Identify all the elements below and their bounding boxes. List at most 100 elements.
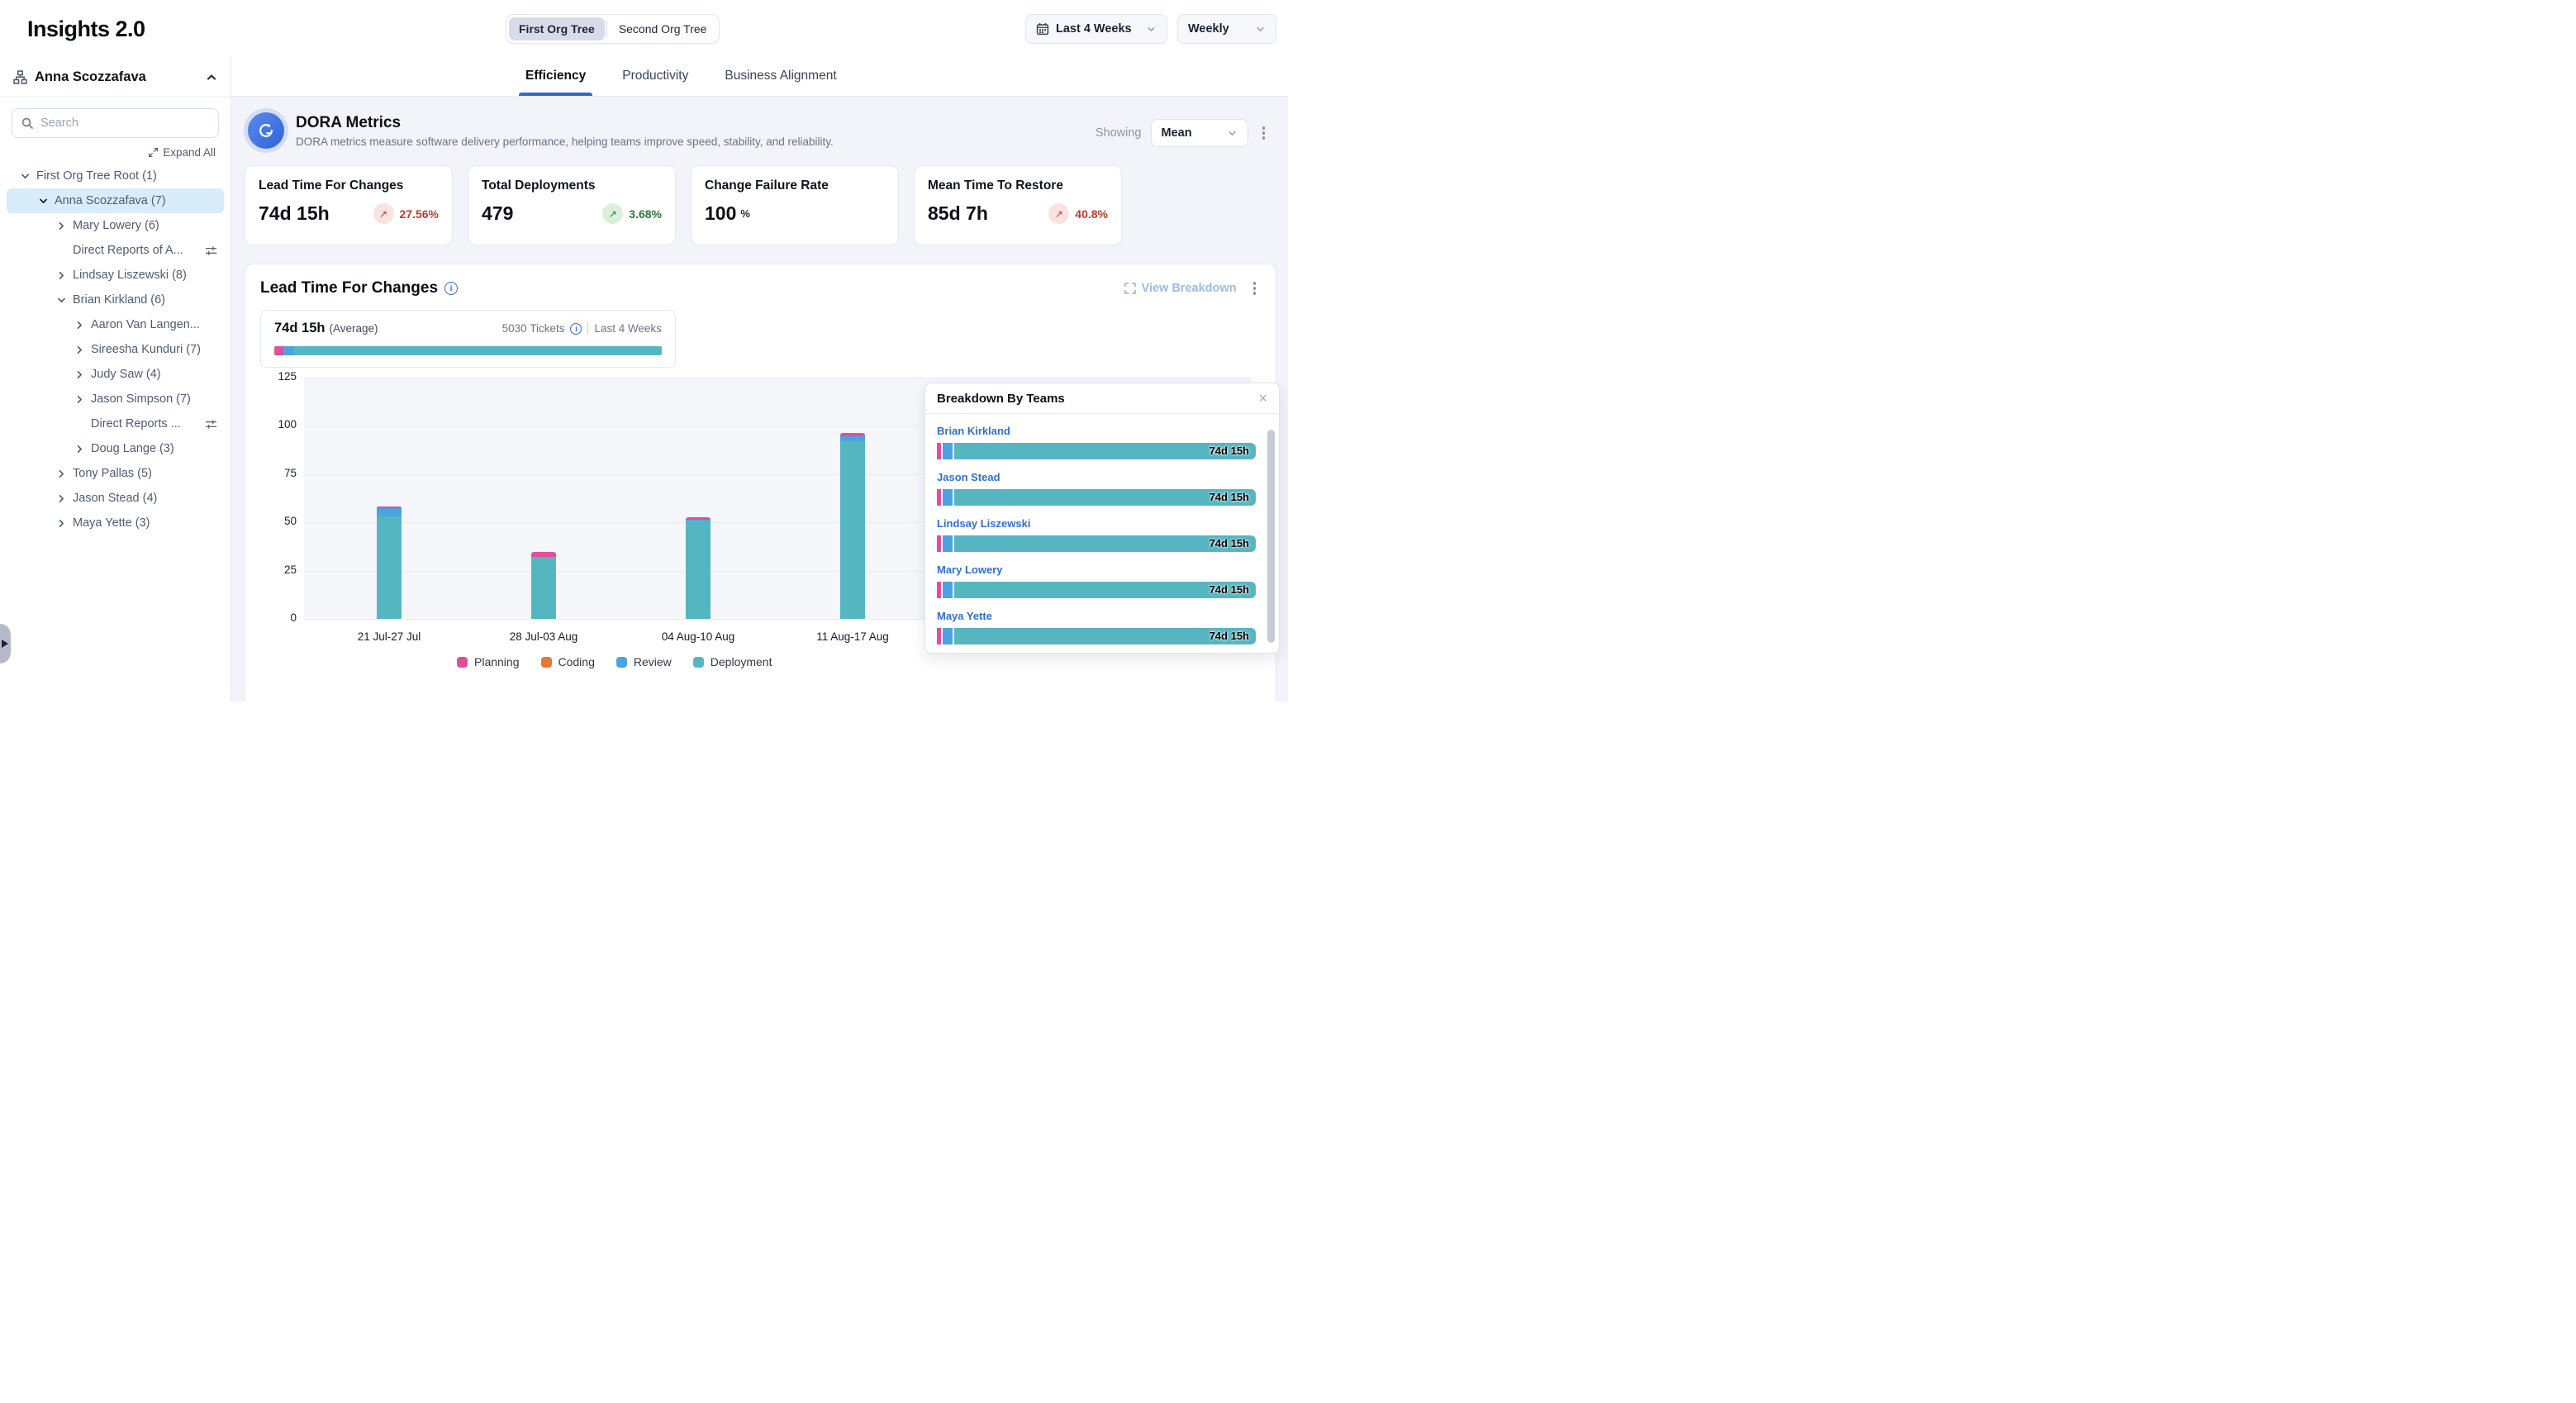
tree-item-doug-lange[interactable]: Doug Lange (3) (7, 436, 224, 461)
chevron-right-icon[interactable] (73, 345, 86, 355)
summary-period: Last 4 Weeks (594, 322, 662, 335)
showing-label: Showing (1096, 126, 1142, 140)
tree-item-label: Brian Kirkland (6) (73, 293, 165, 307)
chevron-up-icon[interactable] (206, 73, 217, 83)
chevron-right-icon[interactable] (73, 369, 86, 380)
delta-value: 3.68% (629, 207, 662, 221)
close-icon[interactable]: × (1258, 391, 1267, 406)
metric-card-value: 100 (705, 202, 736, 225)
scrollbar-thumb[interactable] (1267, 430, 1275, 643)
chevron-right-icon[interactable] (73, 320, 86, 331)
tab-efficiency[interactable]: Efficiency (524, 69, 587, 96)
legend-coding[interactable]: Coding (541, 655, 595, 668)
dora-texts: DORA Metrics DORA metrics measure softwa… (296, 114, 834, 148)
filter-sliders-icon[interactable] (205, 418, 217, 430)
tab-business-alignment[interactable]: Business Alignment (723, 69, 838, 96)
tree-item-jason-stead[interactable]: Jason Stead (4) (7, 486, 224, 511)
tree-item-mary-lowery[interactable]: Mary Lowery (6) (7, 213, 224, 238)
tree-item-anna-scozzafava[interactable]: Anna Scozzafava (7) (7, 188, 224, 213)
tree-item-lindsay-liszewski[interactable]: Lindsay Liszewski (8) (7, 263, 224, 288)
chevron-right-icon[interactable] (55, 493, 68, 504)
tree-item-jason-simpson[interactable]: Jason Simpson (7) (7, 387, 224, 411)
legend-review[interactable]: Review (616, 655, 672, 668)
legend-planning[interactable]: Planning (457, 655, 520, 668)
expand-all-row: Expand All (15, 146, 216, 159)
showing-select[interactable]: Mean (1151, 119, 1248, 147)
team-link-mary-lowery[interactable]: Mary Lowery (937, 564, 1002, 576)
tree-item-direct-reports[interactable]: Direct Reports ... (7, 411, 224, 436)
tree-item-label: Jason Stead (4) (73, 492, 157, 505)
y-axis-tick: 50 (260, 515, 297, 527)
team-value: 74d 15h (1210, 491, 1249, 503)
sidebar-header: Anna Scozzafava (0, 58, 231, 97)
dora-kebab-menu-icon[interactable] (1257, 123, 1271, 143)
tab-productivity[interactable]: Productivity (620, 69, 690, 96)
drawer-toggle-button[interactable] (0, 624, 11, 663)
tree-item-direct-reports-of-a[interactable]: Direct Reports of A... (7, 238, 224, 263)
tree-item-judy-saw[interactable]: Judy Saw (4) (7, 362, 224, 387)
dora-cycle-icon (248, 112, 284, 149)
tree-item-label: Tony Pallas (5) (73, 467, 152, 480)
date-range-select[interactable]: Last 4 Weeks (1025, 14, 1167, 44)
app-title: Insights 2.0 (27, 17, 145, 42)
team-link-lindsay-liszewski[interactable]: Lindsay Liszewski (937, 517, 1030, 530)
team-link-maya-yette[interactable]: Maya Yette (937, 610, 992, 622)
planning-segment (937, 535, 941, 552)
tree-item-tony-pallas[interactable]: Tony Pallas (5) (7, 461, 224, 486)
view-breakdown-button[interactable]: View Breakdown (1124, 282, 1237, 295)
metric-card-delta: ↗3.68% (602, 203, 662, 224)
metric-card-title: Mean Time To Restore (928, 178, 1108, 193)
legend-label: Deployment (711, 655, 772, 668)
planning-segment (937, 489, 941, 506)
info-icon[interactable]: i (570, 323, 582, 335)
bar-28-jul-03-aug (531, 552, 556, 619)
info-icon[interactable]: i (444, 282, 458, 295)
metric-card-total-deployments: Total Deployments479↗3.68% (468, 165, 676, 245)
legend-label: Coding (558, 655, 595, 668)
lead-time-actions: View Breakdown (1124, 278, 1261, 298)
expand-all-button[interactable]: Expand All (148, 146, 216, 159)
chevron-right-icon[interactable] (55, 270, 68, 281)
team-value: 74d 15h (1210, 583, 1249, 596)
toggle-second-org-tree[interactable]: Second Org Tree (609, 17, 717, 40)
search-box[interactable] (12, 108, 219, 138)
chevron-right-icon[interactable] (55, 468, 68, 479)
granularity-select[interactable]: Weekly (1177, 14, 1276, 44)
metric-card-title: Change Failure Rate (705, 178, 885, 193)
tree-item-sireesha-kunduri[interactable]: Sireesha Kunduri (7) (7, 337, 224, 362)
chevron-right-icon[interactable] (55, 221, 68, 231)
legend-deployment[interactable]: Deployment (693, 655, 772, 668)
tree-item-maya-yette[interactable]: Maya Yette (3) (7, 511, 224, 535)
lead-time-title: Lead Time For Changes (260, 279, 438, 297)
bar-segment-deployment (840, 441, 865, 619)
chevron-down-icon[interactable] (55, 295, 68, 306)
search-icon (21, 117, 34, 130)
chevron-right-icon[interactable] (73, 444, 86, 454)
tree-item-label: Doug Lange (3) (91, 442, 174, 455)
search-input[interactable] (40, 117, 210, 130)
chevron-right-icon[interactable] (55, 518, 68, 529)
review-segment (943, 443, 953, 459)
y-axis-tick: 75 (260, 467, 297, 479)
toggle-first-org-tree[interactable]: First Org Tree (509, 17, 605, 40)
expand-corners-icon (1124, 283, 1136, 294)
breakdown-row-jason-stead: Jason Stead 74d 15h (937, 470, 1256, 506)
tree-item-brian-kirkland[interactable]: Brian Kirkland (6) (7, 288, 224, 312)
x-axis-tick: 21 Jul-27 Jul (358, 630, 421, 643)
tree-item-label: Lindsay Liszewski (8) (73, 269, 187, 282)
chevron-down-icon[interactable] (18, 171, 31, 182)
showing-controls: Showing Mean (1096, 119, 1270, 147)
team-link-jason-stead[interactable]: Jason Stead (937, 471, 1000, 483)
filter-sliders-icon[interactable] (205, 245, 217, 257)
team-link-brian-kirkland[interactable]: Brian Kirkland (937, 425, 1010, 437)
chevron-down-icon[interactable] (36, 196, 50, 207)
view-breakdown-label: View Breakdown (1142, 282, 1237, 295)
chevron-right-icon[interactable] (73, 394, 86, 405)
planning-segment (274, 346, 283, 355)
tree-item-aaron-van-langen[interactable]: Aaron Van Langen... (7, 312, 224, 337)
date-range-value: Last 4 Weeks (1056, 22, 1139, 36)
lead-kebab-menu-icon[interactable] (1248, 278, 1262, 298)
planning-segment (937, 443, 941, 459)
tree-item-first-org-tree-root[interactable]: First Org Tree Root (1) (7, 164, 224, 188)
legend-swatch (457, 657, 468, 668)
